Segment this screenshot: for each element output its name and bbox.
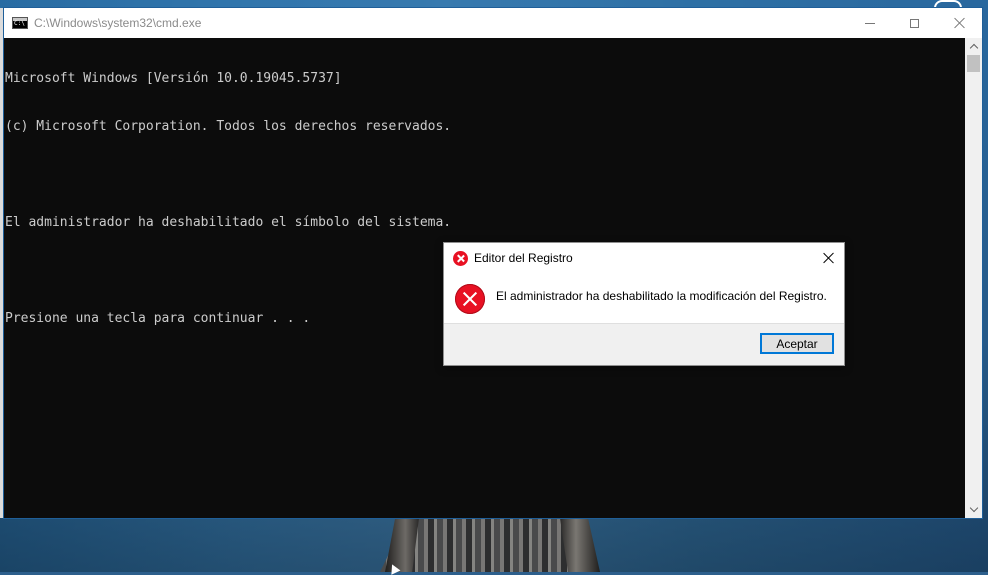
maximize-button[interactable] — [892, 8, 937, 38]
console-line: El administrador ha deshabilitado el sím… — [5, 215, 452, 230]
minimize-icon — [864, 22, 875, 24]
error-icon — [455, 284, 485, 314]
vertical-scrollbar[interactable] — [965, 38, 982, 518]
dialog-message: El administrador ha deshabilitado la mod… — [496, 289, 827, 303]
close-icon — [823, 252, 835, 264]
chevron-down-icon — [969, 503, 978, 513]
scrollbar-thumb[interactable] — [967, 55, 980, 72]
dialog-body: El administrador ha deshabilitado la mod… — [444, 273, 844, 325]
accept-button[interactable]: Aceptar — [760, 333, 834, 354]
cmd-window-title: C:\Windows\system32\cmd.exe — [34, 16, 202, 30]
close-icon — [954, 17, 966, 29]
cmd-app-icon[interactable] — [12, 17, 28, 29]
desktop-help-icon — [934, 0, 962, 8]
dialog-footer: Aceptar — [444, 323, 844, 365]
error-icon — [453, 250, 468, 266]
cmd-titlebar[interactable]: C:\Windows\system32\cmd.exe — [4, 8, 982, 38]
scroll-up-button[interactable] — [965, 38, 982, 55]
window-controls — [847, 8, 982, 38]
close-button[interactable] — [937, 8, 982, 38]
maximize-icon — [910, 18, 919, 28]
scroll-down-button[interactable] — [965, 501, 982, 518]
dialog-titlebar[interactable]: Editor del Registro — [444, 243, 844, 273]
console-line: (c) Microsoft Corporation. Todos los der… — [5, 119, 452, 134]
minimize-button[interactable] — [847, 8, 892, 38]
registry-editor-dialog: Editor del Registro El administrador ha … — [443, 242, 845, 366]
dialog-close-button[interactable] — [814, 243, 844, 273]
chevron-up-icon — [969, 43, 978, 53]
console-line: Microsoft Windows [Versión 10.0.19045.57… — [5, 71, 342, 86]
dialog-title: Editor del Registro — [474, 251, 573, 265]
